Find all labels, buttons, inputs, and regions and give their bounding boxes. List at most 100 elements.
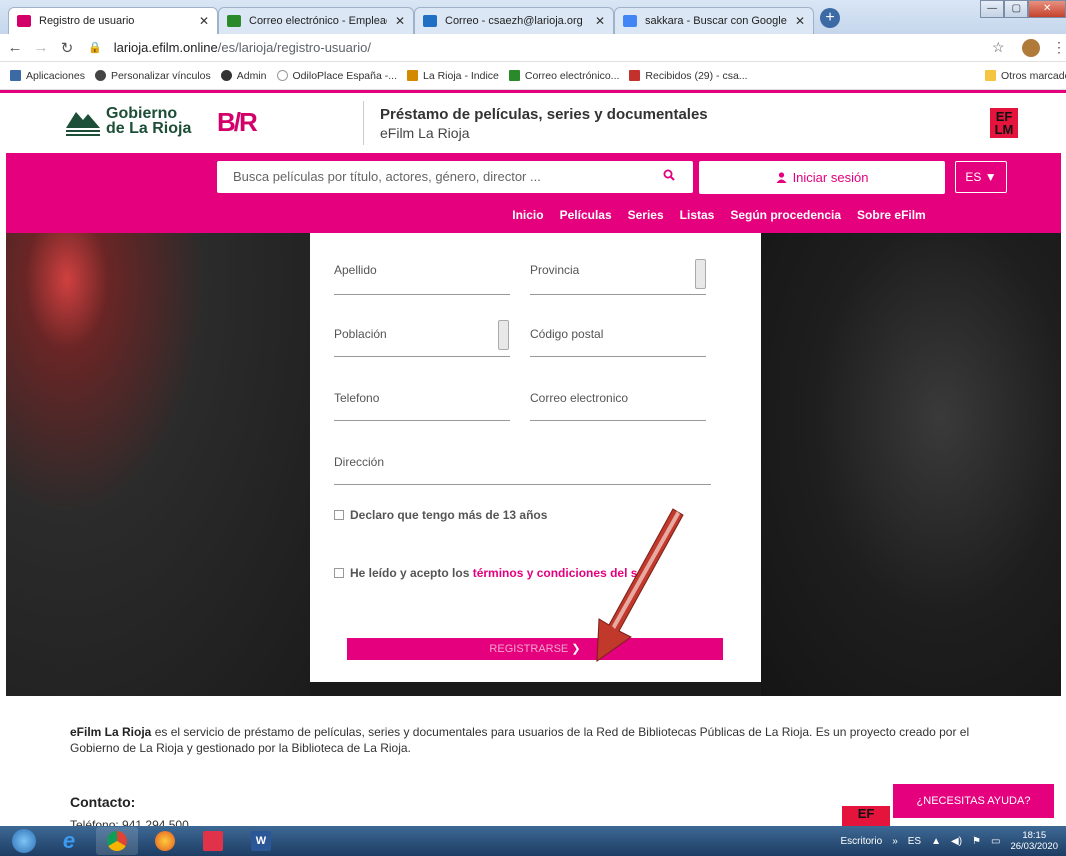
expand-icon[interactable]: » bbox=[892, 836, 898, 847]
site-header: Gobierno de La Rioja B/R Préstamo de pel… bbox=[0, 93, 1066, 153]
register-label: REGISTRARSE bbox=[489, 643, 569, 655]
bookmark-gmail[interactable]: Recibidos (29) - csa... bbox=[629, 69, 748, 82]
gobierno-logo-text: Gobierno de La Rioja bbox=[106, 105, 192, 137]
header-divider bbox=[363, 101, 364, 145]
tab-google[interactable]: sakkara - Buscar con Google ✕ bbox=[614, 7, 814, 34]
system-tray: Escritorio » ES ▲ ◀) ⚑ ▭ 18:15 26/03/2020 bbox=[841, 826, 1059, 856]
bookmark-personalizar[interactable]: Personalizar vínculos bbox=[94, 70, 211, 82]
login-button[interactable]: Iniciar sesión bbox=[699, 161, 945, 194]
maximize-icon[interactable]: ▢ bbox=[1004, 0, 1029, 18]
reload-icon[interactable]: ↻ bbox=[56, 39, 78, 57]
direccion-field[interactable]: Dirección bbox=[334, 455, 711, 485]
telefono-placeholder: Telefono bbox=[334, 391, 380, 405]
profile-avatar[interactable] bbox=[1022, 39, 1040, 57]
search-icon[interactable] bbox=[663, 169, 675, 184]
provincia-select[interactable]: Provincia bbox=[530, 263, 706, 295]
address-bar: ← → ↻ 🔒 larioja.efilm.online/es/larioja/… bbox=[0, 34, 1066, 62]
telefono-field[interactable]: Telefono bbox=[334, 391, 510, 421]
apellido-field[interactable]: Apellido bbox=[334, 263, 510, 295]
minimize-icon[interactable]: — bbox=[980, 0, 1005, 18]
windows-start-icon bbox=[12, 829, 36, 853]
mail-favicon-icon bbox=[227, 15, 241, 27]
bookmark-larioja[interactable]: La Rioja - Indice bbox=[407, 70, 499, 82]
help-button[interactable]: ¿NECESITAS AYUDA? bbox=[893, 784, 1054, 818]
bookmark-admin[interactable]: Admin bbox=[220, 69, 267, 82]
close-tab-icon[interactable]: ✕ bbox=[395, 14, 405, 28]
nav-series[interactable]: Series bbox=[628, 208, 664, 222]
efilm-logo[interactable]: EF LM bbox=[990, 108, 1018, 138]
taskbar-word[interactable]: W bbox=[240, 827, 282, 855]
bookmark-label: Recibidos (29) - csa... bbox=[645, 69, 748, 82]
taskbar-ie[interactable]: e bbox=[48, 827, 90, 855]
close-window-icon[interactable]: ✕ bbox=[1028, 0, 1066, 18]
direccion-placeholder: Dirección bbox=[334, 455, 385, 469]
bookmark-label: Admin bbox=[236, 69, 267, 82]
nav-peliculas[interactable]: Películas bbox=[560, 208, 612, 222]
flag-icon[interactable]: ⚑ bbox=[972, 836, 981, 847]
network-icon[interactable]: ▭ bbox=[991, 836, 1000, 847]
new-tab-button[interactable]: + bbox=[820, 8, 840, 28]
tray-arrow-icon[interactable]: ▲ bbox=[931, 836, 941, 847]
efilm-favicon-icon bbox=[17, 15, 31, 27]
tab-title: Correo - csaezh@larioja.org bbox=[445, 15, 583, 27]
br-logo[interactable]: B/R bbox=[217, 107, 258, 138]
nav-inicio[interactable]: Inicio bbox=[512, 208, 543, 222]
login-label: Iniciar sesión bbox=[792, 170, 869, 185]
tab-correo-empleados[interactable]: Correo electrónico - Empleados ✕ bbox=[218, 7, 414, 34]
folder-icon bbox=[985, 70, 996, 81]
url-field[interactable]: larioja.efilm.online/es/larioja/registro… bbox=[114, 40, 371, 55]
search-input[interactable]: Busca películas por título, actores, gén… bbox=[217, 161, 693, 193]
app-icon bbox=[203, 831, 223, 851]
apps-grid-icon bbox=[10, 70, 21, 81]
back-icon[interactable]: ← bbox=[4, 39, 26, 56]
registration-form: Apellido Provincia Población Código post… bbox=[310, 233, 761, 682]
nav-segun-procedencia[interactable]: Según procedencia bbox=[730, 208, 841, 222]
tray-language[interactable]: ES bbox=[908, 836, 921, 847]
codigo-postal-placeholder: Código postal bbox=[530, 327, 604, 341]
language-select[interactable]: ES ▼ bbox=[955, 161, 1007, 193]
gobierno-logo[interactable]: Gobierno de La Rioja bbox=[66, 105, 192, 137]
provincia-dropdown-handle[interactable] bbox=[695, 259, 706, 289]
footer-description-text: es el servicio de préstamo de películas,… bbox=[70, 725, 970, 755]
age-checkbox[interactable] bbox=[334, 510, 344, 520]
bookmark-odiloplace[interactable]: OdiloPlace España -... bbox=[276, 70, 397, 82]
tab-title: sakkara - Buscar con Google bbox=[645, 15, 787, 27]
bookmark-otros[interactable]: Otros marcadores bbox=[985, 70, 1066, 82]
circle-icon bbox=[276, 70, 288, 81]
bookmark-correo[interactable]: Correo electrónico... bbox=[508, 70, 619, 82]
google-favicon-icon bbox=[623, 15, 637, 27]
poblacion-dropdown-handle[interactable] bbox=[498, 320, 509, 350]
bookmarks-bar: Aplicaciones Personalizar vínculos Admin… bbox=[0, 62, 1066, 90]
terms-checkbox[interactable] bbox=[334, 568, 344, 578]
star-icon[interactable]: ☆ bbox=[992, 39, 1005, 56]
menu-icon[interactable]: ⋮ bbox=[1052, 39, 1066, 56]
bookmark-aplicaciones[interactable]: Aplicaciones bbox=[10, 70, 85, 82]
desktop-toolbar-label[interactable]: Escritorio bbox=[841, 836, 883, 847]
browser-tab-strip: Registro de usuario ✕ Correo electrónico… bbox=[0, 0, 1066, 34]
forward-icon[interactable]: → bbox=[30, 39, 52, 56]
nav-sobre-efilm[interactable]: Sobre eFilm bbox=[857, 208, 926, 222]
close-tab-icon[interactable]: ✕ bbox=[795, 14, 805, 28]
footer-description: eFilm La Rioja es el servicio de préstam… bbox=[70, 724, 1020, 756]
taskbar-firefox[interactable] bbox=[144, 827, 186, 855]
speaker-icon[interactable]: ◀) bbox=[951, 836, 962, 847]
tab-correo-outlook[interactable]: Correo - csaezh@larioja.org ✕ bbox=[414, 7, 614, 34]
footer-brand: eFilm La Rioja bbox=[70, 725, 152, 739]
nav-listas[interactable]: Listas bbox=[680, 208, 715, 222]
poblacion-select[interactable]: Población bbox=[334, 327, 510, 357]
age-checkbox-row[interactable]: Declaro que tengo más de 13 años bbox=[334, 508, 547, 522]
codigo-postal-field[interactable]: Código postal bbox=[530, 327, 706, 357]
clock-date: 26/03/2020 bbox=[1010, 841, 1058, 852]
taskbar-app[interactable] bbox=[192, 827, 234, 855]
tab-registro[interactable]: Registro de usuario ✕ bbox=[8, 7, 218, 34]
windows-taskbar: e W Escritorio » ES ▲ ◀) ⚑ ▭ 18:15 26/03/… bbox=[0, 826, 1066, 856]
start-button[interactable] bbox=[6, 827, 42, 855]
taskbar-chrome[interactable] bbox=[96, 827, 138, 855]
close-tab-icon[interactable]: ✕ bbox=[595, 14, 605, 28]
lock-icon: 🔒 bbox=[88, 42, 102, 54]
bookmark-label: Aplicaciones bbox=[26, 69, 85, 82]
mail-icon bbox=[508, 70, 520, 81]
clock[interactable]: 18:15 26/03/2020 bbox=[1010, 830, 1058, 852]
correo-field[interactable]: Correo electronico bbox=[530, 391, 706, 421]
close-tab-icon[interactable]: ✕ bbox=[199, 14, 209, 28]
